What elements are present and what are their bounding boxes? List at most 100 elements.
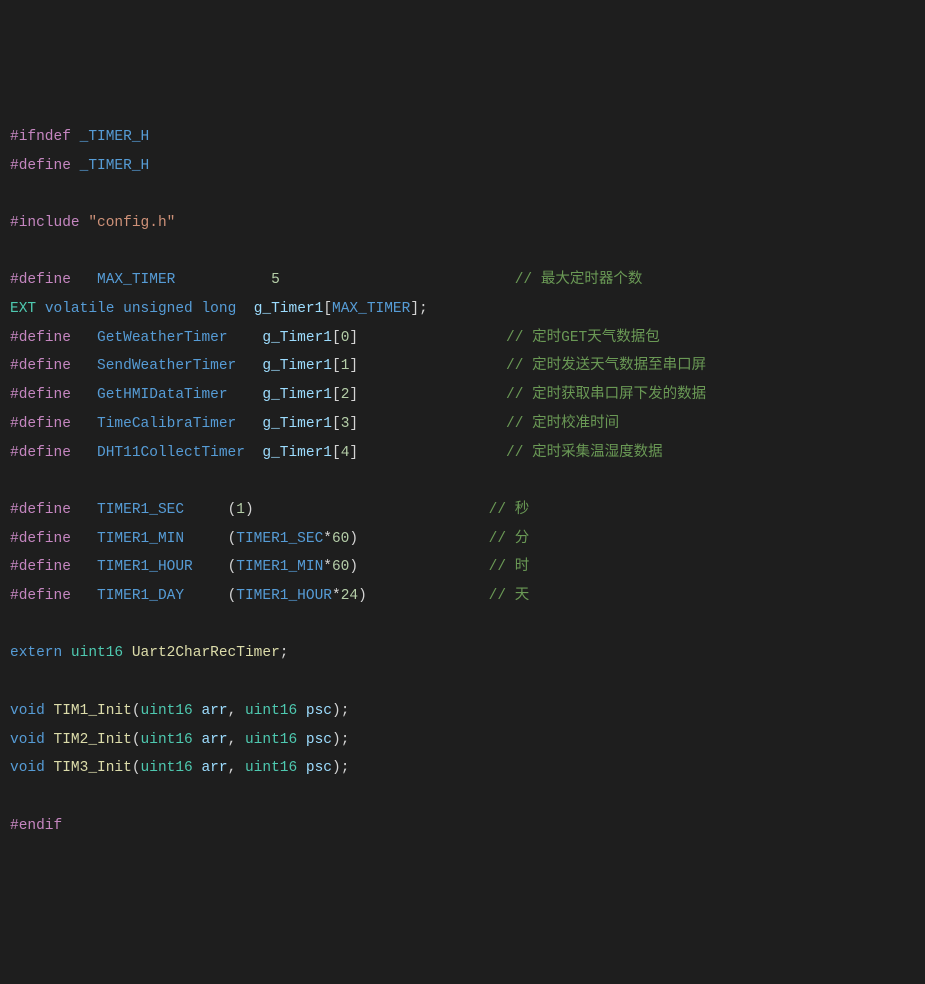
type: uint16	[141, 703, 193, 719]
include-path: "config.h"	[88, 215, 175, 231]
comment: // 分	[489, 531, 530, 547]
type: uint16	[141, 760, 193, 776]
preprocessor: #define	[10, 272, 71, 288]
type: uint16	[71, 645, 123, 661]
code-line: #define GetWeatherTimer g_Timer1[0] // 定…	[10, 324, 915, 353]
preprocessor: #ifndef	[10, 129, 71, 145]
macro-id: _TIMER_H	[80, 129, 150, 145]
macro-id: GetHMIDataTimer	[97, 387, 228, 403]
macro-id: SendWeatherTimer	[97, 358, 236, 374]
preprocessor: #define	[10, 502, 71, 518]
variable: Uart2CharRecTimer	[132, 645, 280, 661]
param: psc	[306, 703, 332, 719]
code-line: #ifndef _TIMER_H	[10, 123, 915, 152]
keyword: volatile	[45, 301, 115, 317]
variable: g_Timer1	[262, 387, 332, 403]
variable: g_Timer1	[262, 445, 332, 461]
code-line: #define TimeCalibraTimer g_Timer1[3] // …	[10, 410, 915, 439]
param: arr	[201, 760, 227, 776]
comment: // 最大定时器个数	[515, 272, 643, 288]
code-line: #define MAX_TIMER 5 // 最大定时器个数	[10, 266, 915, 295]
code-line: #endif	[10, 812, 915, 841]
variable: g_Timer1	[262, 330, 332, 346]
comment: // 定时校准时间	[506, 416, 619, 432]
preprocessor: #define	[10, 531, 71, 547]
code-line: #define SendWeatherTimer g_Timer1[1] // …	[10, 352, 915, 381]
number: 5	[271, 272, 280, 288]
preprocessor: #define	[10, 445, 71, 461]
macro-id: TIMER1_HOUR	[97, 559, 193, 575]
keyword: void	[10, 703, 45, 719]
function: TIM2_Init	[54, 732, 132, 748]
code-line: #define DHT11CollectTimer g_Timer1[4] //…	[10, 439, 915, 468]
code-line: #include "config.h"	[10, 209, 915, 238]
blank-line	[10, 180, 915, 209]
code-line: #define TIMER1_HOUR (TIMER1_MIN*60) // 时	[10, 553, 915, 582]
keyword: unsigned	[123, 301, 193, 317]
blank-line	[10, 611, 915, 640]
code-editor[interactable]: #ifndef _TIMER_H#define _TIMER_H #includ…	[10, 123, 915, 841]
macro-id: TIMER1_HOUR	[236, 588, 332, 604]
code-line: #define TIMER1_MIN (TIMER1_SEC*60) // 分	[10, 525, 915, 554]
code-line: #define TIMER1_SEC (1) // 秒	[10, 496, 915, 525]
variable: g_Timer1	[262, 416, 332, 432]
function: TIM3_Init	[54, 760, 132, 776]
code-line: extern uint16 Uart2CharRecTimer;	[10, 639, 915, 668]
keyword: void	[10, 760, 45, 776]
comment: // 秒	[489, 502, 530, 518]
preprocessor: #define	[10, 588, 71, 604]
blank-line	[10, 238, 915, 267]
macro-id: TIMER1_MIN	[236, 559, 323, 575]
type: uint16	[245, 732, 297, 748]
preprocessor: #define	[10, 330, 71, 346]
blank-line	[10, 783, 915, 812]
param: psc	[306, 732, 332, 748]
param: arr	[201, 732, 227, 748]
macro-id: TIMER1_SEC	[236, 531, 323, 547]
preprocessor: #define	[10, 416, 71, 432]
blank-line	[10, 467, 915, 496]
macro-id: TIMER1_SEC	[97, 502, 184, 518]
preprocessor: #define	[10, 358, 71, 374]
param: arr	[201, 703, 227, 719]
ext-macro: EXT	[10, 301, 36, 317]
code-line: #define TIMER1_DAY (TIMER1_HOUR*24) // 天	[10, 582, 915, 611]
preprocessor: #define	[10, 387, 71, 403]
code-line: #define _TIMER_H	[10, 152, 915, 181]
number: 60	[332, 531, 349, 547]
macro-id: TimeCalibraTimer	[97, 416, 236, 432]
macro-id: _TIMER_H	[80, 158, 150, 174]
comment: // 定时发送天气数据至串口屏	[506, 358, 706, 374]
keyword: long	[201, 301, 236, 317]
comment: // 定时GET天气数据包	[506, 330, 660, 346]
blank-line	[10, 668, 915, 697]
type: uint16	[245, 760, 297, 776]
comment: // 定时获取串口屏下发的数据	[506, 387, 706, 403]
keyword: void	[10, 732, 45, 748]
comment: // 定时采集温湿度数据	[506, 445, 663, 461]
macro-id: TIMER1_DAY	[97, 588, 184, 604]
code-line: #define GetHMIDataTimer g_Timer1[2] // 定…	[10, 381, 915, 410]
number: 60	[332, 559, 349, 575]
preprocessor: #endif	[10, 818, 62, 834]
code-line: EXT volatile unsigned long g_Timer1[MAX_…	[10, 295, 915, 324]
variable: g_Timer1	[262, 358, 332, 374]
variable: g_Timer1	[254, 301, 324, 317]
preprocessor: #include	[10, 215, 80, 231]
macro-id: DHT11CollectTimer	[97, 445, 245, 461]
macro-id: TIMER1_MIN	[97, 531, 184, 547]
code-line: void TIM1_Init(uint16 arr, uint16 psc);	[10, 697, 915, 726]
comment: // 时	[489, 559, 530, 575]
number: 24	[341, 588, 358, 604]
number: 1	[236, 502, 245, 518]
comment: // 天	[489, 588, 530, 604]
macro-id: MAX_TIMER	[97, 272, 175, 288]
function: TIM1_Init	[54, 703, 132, 719]
macro-id: MAX_TIMER	[332, 301, 410, 317]
type: uint16	[245, 703, 297, 719]
macro-id: GetWeatherTimer	[97, 330, 228, 346]
type: uint16	[141, 732, 193, 748]
code-line: void TIM3_Init(uint16 arr, uint16 psc);	[10, 754, 915, 783]
preprocessor: #define	[10, 559, 71, 575]
code-line: void TIM2_Init(uint16 arr, uint16 psc);	[10, 726, 915, 755]
